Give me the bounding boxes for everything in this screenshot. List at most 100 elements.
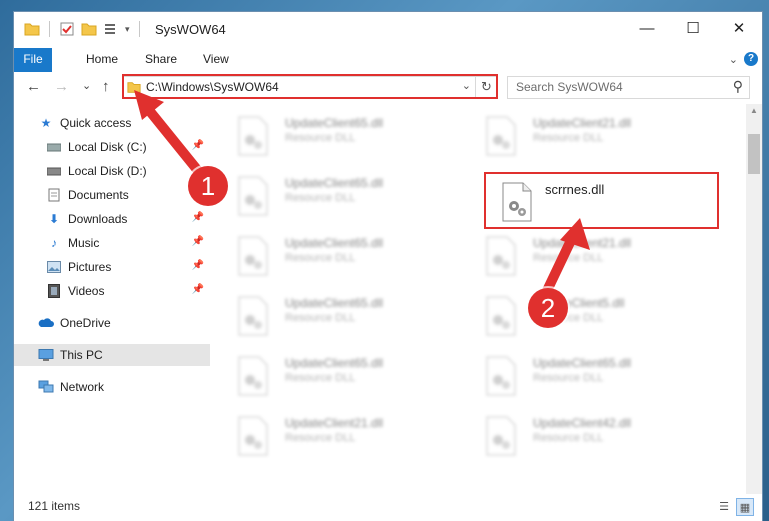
file-name: UpdateClient65.dll	[285, 176, 384, 190]
dll-file-icon	[486, 416, 516, 456]
file-name: UpdateClient21.dll	[285, 416, 384, 430]
maximize-button[interactable]: ☐	[670, 12, 716, 44]
sidebar-item-quick-access[interactable]: ★ Quick access	[14, 112, 210, 134]
file-type: Resource DLL	[533, 432, 604, 444]
qat-dropdown-icon[interactable]: ▾	[125, 24, 130, 35]
sidebar-item-pictures[interactable]: Pictures 📌	[14, 256, 210, 278]
tiles-view-icon[interactable]: ▦	[736, 498, 754, 516]
vertical-scrollbar[interactable]: ▲	[746, 104, 762, 494]
file-item[interactable]: UpdateClient65.dll Resource DLL	[485, 354, 725, 406]
properties-icon[interactable]	[59, 21, 75, 37]
tab-home[interactable]: Home	[76, 48, 128, 72]
sidebar-item-label: Downloads	[68, 212, 128, 226]
file-type: Resource DLL	[285, 192, 356, 204]
sidebar-item-this-pc[interactable]: This PC	[14, 344, 210, 366]
file-item[interactable]: UpdateClient21.dll Resource DLL	[237, 414, 477, 466]
file-item[interactable]: UpdateClient65.dll Resource DLL	[237, 354, 477, 406]
window-title: SysWOW64	[155, 22, 226, 37]
tab-share[interactable]: Share	[135, 48, 187, 72]
tab-file[interactable]: File	[14, 48, 52, 72]
sidebar-item-label: Pictures	[68, 260, 112, 274]
file-name: UpdateClient42.dll	[533, 416, 632, 430]
computer-icon	[38, 347, 54, 363]
expand-ribbon-icon[interactable]: ⌄	[729, 53, 738, 66]
search-icon[interactable]: ⚲	[733, 78, 743, 95]
sidebar-item-downloads[interactable]: ⬇ Downloads 📌	[14, 208, 210, 230]
file-item[interactable]: UpdateClient42.dll Resource DLL	[485, 414, 725, 466]
dll-file-icon	[486, 296, 516, 336]
scroll-thumb[interactable]	[748, 134, 760, 174]
back-button[interactable]: ←	[26, 78, 41, 95]
file-name: UpdateClient65.dll	[285, 296, 384, 310]
drive-icon	[46, 139, 62, 155]
videos-icon	[46, 283, 62, 299]
dll-file-icon	[238, 236, 268, 276]
file-item[interactable]: UpdateClient21.dll Resource DLL	[485, 234, 725, 286]
sidebar-item-label: Quick access	[60, 116, 132, 130]
file-name: UpdateClient65.dll	[285, 116, 384, 130]
step-2-badge: 2	[528, 288, 568, 328]
file-type: Resource DLL	[533, 132, 604, 144]
file-item[interactable]: UpdateClient65.dll Resource DLL	[237, 114, 477, 166]
recent-locations-button[interactable]: ⌄	[82, 79, 91, 92]
title-bar: ▾ SysWOW64 — ☐ ✕	[14, 12, 762, 48]
sidebar-item-local-disk-c[interactable]: Local Disk (C:) 📌	[14, 136, 210, 158]
divider	[49, 21, 50, 37]
sidebar-item-local-disk-d[interactable]: Local Disk (D:)	[14, 160, 210, 182]
sidebar-item-videos[interactable]: Videos 📌	[14, 280, 210, 302]
file-item[interactable]: UpdateClient65.dll Resource DLL	[237, 234, 477, 286]
dll-file-icon	[238, 116, 268, 156]
pin-icon: 📌	[191, 284, 204, 295]
scroll-up-icon[interactable]: ▲	[750, 106, 758, 115]
file-type: Resource DLL	[285, 252, 356, 264]
explorer-window: ▾ SysWOW64 — ☐ ✕ File Home Share View ⌄ …	[14, 12, 762, 521]
navigation-pane: ★ Quick access Local Disk (C:) 📌 Local D…	[14, 104, 210, 494]
file-name: UpdateClient65.dll	[533, 356, 632, 370]
sidebar-item-onedrive[interactable]: OneDrive	[14, 312, 210, 334]
sidebar-item-network[interactable]: Network	[14, 376, 210, 398]
sidebar-item-label: Local Disk (D:)	[68, 164, 147, 178]
close-button[interactable]: ✕	[716, 12, 762, 44]
dll-file-icon	[486, 236, 516, 276]
pictures-icon	[46, 259, 62, 275]
item-count: 121 items	[28, 499, 81, 513]
pin-icon: 📌	[191, 236, 204, 247]
pin-icon: 📌	[191, 140, 204, 151]
file-item[interactable]: UpdateClient65.dll Resource DLL	[237, 174, 477, 226]
dll-file-icon	[238, 416, 268, 456]
sidebar-item-label: This PC	[60, 348, 103, 362]
help-icon[interactable]: ?	[744, 52, 758, 66]
star-icon: ★	[40, 116, 52, 130]
sidebar-item-label: OneDrive	[60, 316, 111, 330]
file-item[interactable]: UpdateClient5.dll Resource DLL	[485, 294, 725, 346]
file-type: Resource DLL	[533, 372, 604, 384]
dll-file-icon	[486, 356, 516, 396]
customize-icon[interactable]	[103, 21, 119, 37]
details-view-icon[interactable]: ☰	[716, 498, 732, 514]
dll-file-icon	[238, 176, 268, 216]
drive-icon	[46, 163, 62, 179]
tab-view[interactable]: View	[193, 48, 239, 72]
file-highlight-box	[484, 172, 719, 229]
forward-button[interactable]: →	[54, 78, 69, 95]
address-highlight-box	[122, 74, 498, 99]
minimize-button[interactable]: —	[624, 12, 670, 44]
downloads-icon: ⬇	[48, 212, 60, 226]
file-type: Resource DLL	[285, 432, 356, 444]
dll-file-icon	[486, 116, 516, 156]
file-list: UpdateClient65.dll Resource DLL UpdateCl…	[211, 104, 747, 494]
sidebar-item-documents[interactable]: Documents	[14, 184, 210, 206]
new-folder-icon[interactable]	[81, 21, 97, 37]
file-item[interactable]: UpdateClient65.dll Resource DLL	[237, 294, 477, 346]
search-placeholder[interactable]: Search SysWOW64	[516, 80, 623, 94]
up-button[interactable]: ↑	[102, 78, 110, 95]
file-name: UpdateClient21.dll	[533, 236, 632, 250]
ribbon-tabs: File Home Share View ⌄ ?	[14, 48, 762, 73]
sidebar-item-label: Network	[60, 380, 105, 394]
status-bar: 121 items ☰ ▦	[14, 494, 762, 521]
file-item[interactable]: UpdateClient21.dll Resource DLL	[485, 114, 725, 166]
window-controls: — ☐ ✕	[624, 12, 762, 44]
folder-icon[interactable]	[24, 21, 40, 37]
sidebar-item-music[interactable]: ♪ Music 📌	[14, 232, 210, 254]
search-box[interactable]: Search SysWOW64 ⚲	[507, 76, 750, 99]
